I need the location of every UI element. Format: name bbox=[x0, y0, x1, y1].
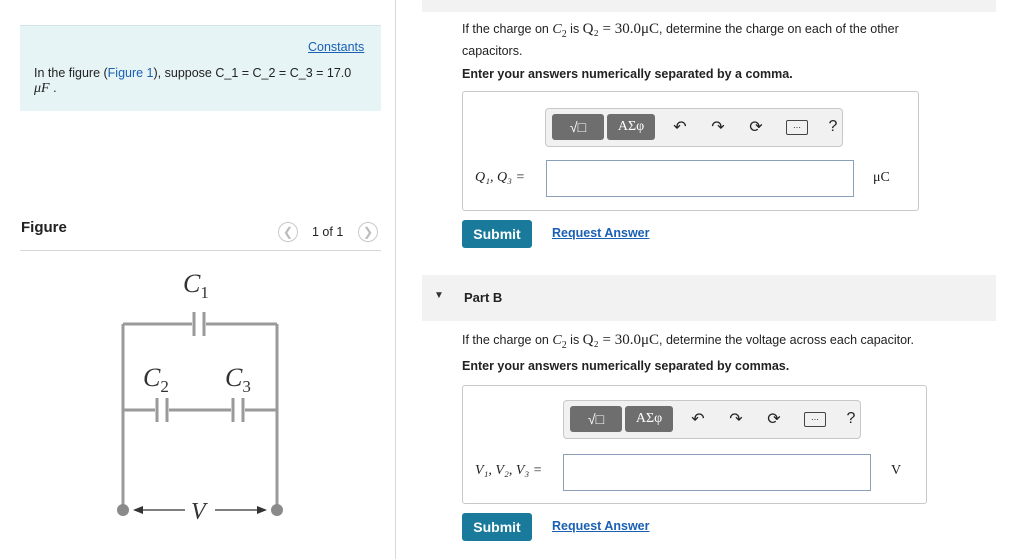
part-b-answer-box: √□ ΑΣφ ↶ ↷ ⟳ ⋯ ? V₁, V₂, V₃ = V bbox=[462, 385, 927, 504]
redo-icon[interactable]: ↷ bbox=[726, 409, 746, 429]
figure-divider bbox=[20, 250, 381, 251]
part-b-cap-var: C2 bbox=[552, 333, 567, 351]
help-icon[interactable]: ? bbox=[826, 117, 840, 137]
part-a-math-toolbar: √□ ΑΣφ ↶ ↷ ⟳ ⋯ ? bbox=[545, 108, 843, 147]
part-a-submit-button[interactable]: Submit bbox=[462, 220, 532, 248]
left-right-divider bbox=[395, 0, 396, 559]
capacitor-c2-plates bbox=[155, 398, 169, 422]
templates-icon: √□ bbox=[569, 119, 587, 135]
keyboard-icon[interactable]: ⋯ bbox=[786, 120, 808, 135]
part-b-submit-button[interactable]: Submit bbox=[462, 513, 532, 541]
terminal-left bbox=[117, 504, 129, 516]
part-b-answer-label: V₁, V₂, V₃ = bbox=[475, 463, 543, 478]
part-a-top-bar bbox=[422, 0, 996, 12]
part-b-question-mid: is bbox=[566, 333, 583, 347]
v-label: V bbox=[191, 499, 208, 522]
problem-text-post: ), suppose C_1 = C_2 = C_3 = 17.0 bbox=[153, 66, 352, 80]
circuit-wires bbox=[121, 322, 279, 510]
c3-label: C3 bbox=[225, 363, 251, 396]
figure-pagination: 1 of 1 bbox=[312, 225, 344, 239]
c1-label: C1 bbox=[183, 269, 209, 302]
problem-info-box: Constants In the figure (Figure 1), supp… bbox=[20, 25, 381, 111]
part-b-header: Part B bbox=[464, 290, 503, 305]
part-a-symbols-button[interactable]: ΑΣφ bbox=[607, 114, 655, 140]
figure-link[interactable]: Figure 1 bbox=[108, 66, 154, 80]
symbols-icon: ΑΣφ bbox=[617, 119, 645, 134]
redo-icon[interactable]: ↷ bbox=[708, 117, 728, 137]
part-b-math-toolbar: √□ ΑΣφ ↶ ↷ ⟳ ⋯ ? bbox=[563, 400, 861, 439]
circuit-diagram: C1 C2 C3 V bbox=[117, 269, 283, 522]
chevron-right-icon: ❯ bbox=[362, 225, 374, 239]
capacitor-c1-plates bbox=[192, 312, 206, 336]
part-b-instruction: Enter your answers numerically separated… bbox=[462, 359, 790, 373]
help-icon[interactable]: ? bbox=[844, 409, 858, 429]
voltage-arrow-left-head bbox=[133, 506, 143, 514]
part-a-charge-expr: Q₂ = 30.0μC bbox=[582, 21, 659, 37]
problem-text-pre: In the figure ( bbox=[34, 66, 108, 80]
prev-figure-button[interactable]: ❮ bbox=[278, 222, 298, 242]
problem-unit-end: . bbox=[49, 81, 57, 95]
templates-icon: √□ bbox=[587, 411, 605, 427]
problem-statement: In the figure (Figure 1), suppose C_1 = … bbox=[34, 66, 374, 96]
voltage-arrow-right-head bbox=[257, 506, 267, 514]
reset-icon[interactable]: ⟳ bbox=[746, 117, 766, 137]
part-b-answer-input[interactable] bbox=[563, 454, 871, 491]
part-b-unit: V bbox=[891, 463, 902, 478]
part-a-question: If the charge on C2 is Q₂ = 30.0μC, dete… bbox=[462, 21, 962, 60]
problem-unit: μF bbox=[34, 81, 50, 96]
part-b-question-post: , determine the voltage across each capa… bbox=[659, 333, 915, 347]
part-b-question-pre: If the charge on bbox=[462, 333, 553, 347]
part-a-instruction: Enter your answers numerically separated… bbox=[462, 67, 793, 81]
next-figure-button[interactable]: ❯ bbox=[358, 222, 378, 242]
figure-top-divider bbox=[20, 25, 381, 26]
part-a-cap-var: C2 bbox=[552, 22, 567, 40]
part-a-answer-box: √□ ΑΣφ ↶ ↷ ⟳ ⋯ ? Q₁, Q₃ = μC bbox=[462, 91, 919, 211]
undo-icon[interactable]: ↶ bbox=[688, 409, 708, 429]
part-b-symbols-button[interactable]: ΑΣφ bbox=[625, 406, 673, 432]
part-a-question-mid: is bbox=[566, 22, 583, 36]
caret-down-icon: ▼ bbox=[434, 290, 444, 301]
part-b-header-bar[interactable]: ▼ Part B bbox=[422, 275, 996, 321]
part-a-unit: μC bbox=[873, 170, 890, 185]
c2-label: C2 bbox=[143, 363, 169, 396]
part-a-templates-button[interactable]: √□ bbox=[552, 114, 604, 140]
part-a-answer-label: Q₁, Q₃ = bbox=[475, 170, 525, 185]
symbols-icon: ΑΣφ bbox=[635, 411, 663, 426]
undo-icon[interactable]: ↶ bbox=[670, 117, 690, 137]
part-b-request-answer-link[interactable]: Request Answer bbox=[552, 519, 649, 533]
capacitor-c3-plates bbox=[231, 398, 245, 422]
part-b-templates-button[interactable]: √□ bbox=[570, 406, 622, 432]
figure-heading: Figure bbox=[21, 219, 67, 236]
reset-icon[interactable]: ⟳ bbox=[764, 409, 784, 429]
constants-link[interactable]: Constants bbox=[308, 40, 364, 54]
part-a-request-answer-link[interactable]: Request Answer bbox=[552, 226, 649, 240]
part-b-question: If the charge on C2 is Q₂ = 30.0μC, dete… bbox=[462, 332, 982, 354]
chevron-left-icon: ❮ bbox=[282, 225, 294, 239]
part-b-charge-expr: Q₂ = 30.0μC bbox=[582, 332, 659, 348]
part-a-question-pre: If the charge on bbox=[462, 22, 553, 36]
part-a-answer-input[interactable] bbox=[546, 160, 854, 197]
terminal-right bbox=[271, 504, 283, 516]
keyboard-icon[interactable]: ⋯ bbox=[804, 412, 826, 427]
